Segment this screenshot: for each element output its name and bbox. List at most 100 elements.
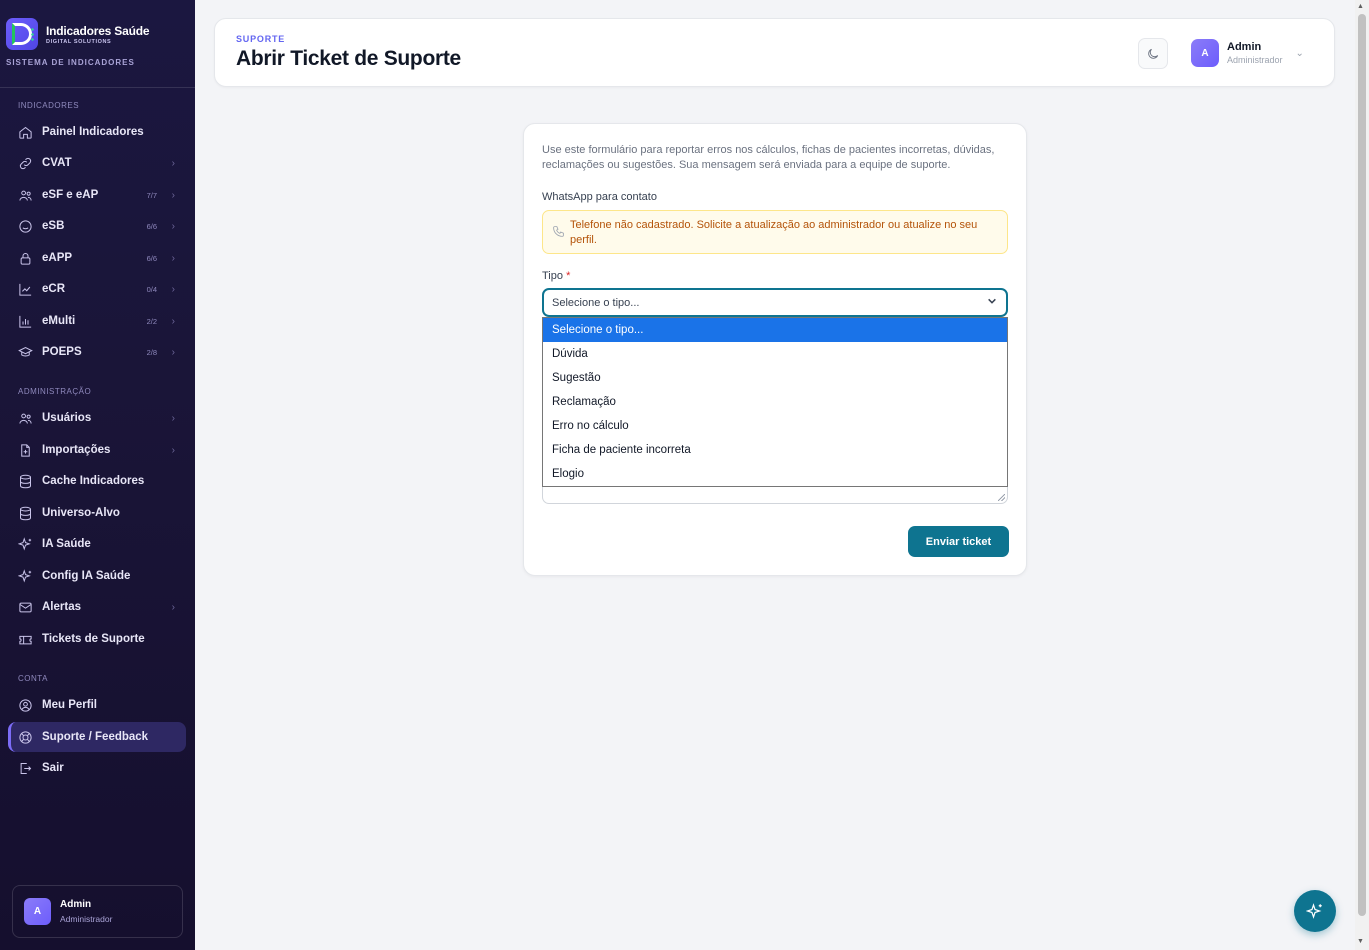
- chevron-right-icon: ›: [171, 412, 175, 424]
- scroll-up-icon[interactable]: ▲: [1357, 3, 1364, 10]
- required-mark: *: [566, 270, 571, 282]
- user-name: Admin: [60, 899, 92, 910]
- option-duvida[interactable]: Dúvida: [543, 342, 1007, 366]
- chevron-right-icon: ›: [171, 444, 175, 456]
- database-icon: [18, 506, 33, 521]
- breadcrumb: SUPORTE: [236, 34, 286, 44]
- tipo-select[interactable]: Selecione o tipo...: [542, 288, 1008, 317]
- section-conta: CONTA: [18, 674, 48, 683]
- phone-warning: Telefone não cadastrado. Solicite a atua…: [542, 210, 1008, 254]
- brand-name: Indicadores Saúde: [46, 23, 150, 38]
- option-selecione[interactable]: Selecione o tipo...: [543, 318, 1007, 342]
- sidebar-item-cache-indicadores[interactable]: Cache Indicadores: [8, 466, 186, 496]
- chevron-right-icon: ›: [171, 189, 175, 201]
- sidebar-item-painel-indicadores[interactable]: Painel Indicadores: [8, 117, 186, 147]
- sidebar-item-label: eSF e eAP: [42, 189, 99, 201]
- tipo-label-text: Tipo: [542, 270, 563, 282]
- moon-icon: [1148, 48, 1159, 59]
- sidebar-item-meu-perfil[interactable]: Meu Perfil: [8, 690, 186, 720]
- option-erro-calculo[interactable]: Erro no cálculo: [543, 414, 1007, 438]
- option-elogio[interactable]: Elogio: [543, 462, 1007, 486]
- sidebar-item-label: CVAT: [42, 157, 72, 169]
- progress-badge: 2/2: [146, 316, 157, 326]
- ai-assistant-button[interactable]: [1294, 890, 1336, 932]
- send-ticket-button[interactable]: Enviar ticket: [908, 526, 1009, 557]
- sidebar-item-label: Usuários: [42, 412, 92, 424]
- logo-icon: [6, 18, 38, 50]
- sidebar-item-label: Tickets de Suporte: [42, 633, 145, 645]
- chevron-right-icon: ›: [171, 283, 175, 295]
- chart-icon: [18, 282, 33, 297]
- ticket-icon: [18, 632, 33, 647]
- chevron-right-icon: ›: [171, 315, 175, 327]
- sidebar-item-ecr[interactable]: eCR 0/4 ›: [8, 274, 186, 304]
- theme-toggle-button[interactable]: [1138, 38, 1168, 69]
- resize-handle-icon[interactable]: [998, 494, 1005, 501]
- sidebar-item-config-ia-saude[interactable]: Config IA Saúde: [8, 561, 186, 591]
- sidebar-item-ia-saude[interactable]: IA Saúde: [8, 529, 186, 559]
- user-name: Admin: [1227, 41, 1262, 53]
- page-header: SUPORTE Abrir Ticket de Suporte A Admin …: [214, 18, 1335, 87]
- sidebar-item-usuarios[interactable]: Usuários ›: [8, 403, 186, 433]
- progress-badge: 2/8: [146, 347, 157, 357]
- sidebar-item-cvat[interactable]: CVAT ›: [8, 148, 186, 178]
- file-import-icon: [18, 443, 33, 458]
- sidebar-item-label: Config IA Saúde: [42, 570, 131, 582]
- chevron-right-icon: ›: [171, 157, 175, 169]
- chevron-right-icon: ›: [171, 220, 175, 232]
- section-administracao: ADMINISTRAÇÃO: [18, 387, 92, 396]
- sidebar-item-label: eSB: [42, 220, 65, 232]
- brand[interactable]: Indicadores Saúde DIGITAL SOLUTIONS: [6, 18, 150, 50]
- section-indicadores: INDICADORES: [18, 101, 80, 110]
- users-icon: [18, 411, 33, 426]
- database-icon: [18, 474, 33, 489]
- sidebar-item-label: Cache Indicadores: [42, 475, 145, 487]
- sidebar-item-label: Painel Indicadores: [42, 126, 144, 138]
- phone-icon: [552, 225, 565, 238]
- sidebar-item-eapp[interactable]: eAPP 6/6 ›: [8, 243, 186, 273]
- sidebar-item-universo-alvo[interactable]: Universo-Alvo: [8, 498, 186, 528]
- sidebar-divider: [0, 87, 195, 88]
- sidebar-item-label: Alertas: [42, 601, 81, 613]
- option-reclamacao[interactable]: Reclamação: [543, 390, 1007, 414]
- sidebar-item-importacoes[interactable]: Importações ›: [8, 435, 186, 465]
- progress-badge: 7/7: [146, 190, 157, 200]
- sidebar-item-label: IA Saúde: [42, 538, 91, 550]
- sidebar-item-esb[interactable]: eSB 6/6 ›: [8, 211, 186, 241]
- user-menu[interactable]: A Admin Administrador ⌄: [1191, 39, 1304, 67]
- chevron-down-icon: ⌄: [1295, 47, 1304, 59]
- sidebar-item-label: POEPS: [42, 346, 82, 358]
- scrollbar-thumb[interactable]: [1358, 14, 1366, 916]
- chevron-right-icon: ›: [171, 252, 175, 264]
- sparkles-icon: [18, 536, 33, 552]
- logout-icon: [18, 761, 33, 776]
- sidebar-item-label: Meu Perfil: [42, 699, 97, 711]
- graduation-icon: [18, 345, 33, 360]
- sidebar-item-alertas[interactable]: Alertas ›: [8, 592, 186, 622]
- sidebar-item-tickets-suporte[interactable]: Tickets de Suporte: [8, 624, 186, 654]
- users-icon: [18, 188, 33, 203]
- chevron-right-icon: ›: [171, 601, 175, 613]
- link-icon: [18, 156, 33, 171]
- form-intro: Use este formulário para reportar erros …: [542, 144, 995, 171]
- tipo-label: Tipo *: [542, 270, 570, 282]
- sidebar-item-sair[interactable]: Sair: [8, 753, 186, 783]
- lock-icon: [18, 251, 33, 266]
- option-ficha-incorreta[interactable]: Ficha de paciente incorreta: [543, 438, 1007, 462]
- tipo-select-value: Selecione o tipo...: [552, 297, 640, 309]
- sidebar-item-emulti[interactable]: eMulti 2/2 ›: [8, 306, 186, 336]
- avatar: A: [1191, 39, 1219, 67]
- smile-icon: [18, 219, 33, 234]
- chevron-down-icon: [987, 296, 997, 306]
- bar-chart-icon: [18, 314, 33, 329]
- avatar: A: [24, 898, 51, 925]
- sidebar-item-label: Sair: [42, 762, 64, 774]
- system-label: SISTEMA DE INDICADORES: [6, 58, 135, 67]
- home-icon: [18, 125, 33, 140]
- option-sugestao[interactable]: Sugestão: [543, 366, 1007, 390]
- scroll-down-icon[interactable]: ▼: [1357, 938, 1364, 945]
- sidebar-user-card[interactable]: A Admin Administrador: [12, 885, 183, 938]
- sidebar-item-esf-eap[interactable]: eSF e eAP 7/7 ›: [8, 180, 186, 210]
- sidebar-item-poeps[interactable]: POEPS 2/8 ›: [8, 337, 186, 367]
- sidebar-item-suporte-feedback[interactable]: Suporte / Feedback: [8, 722, 186, 752]
